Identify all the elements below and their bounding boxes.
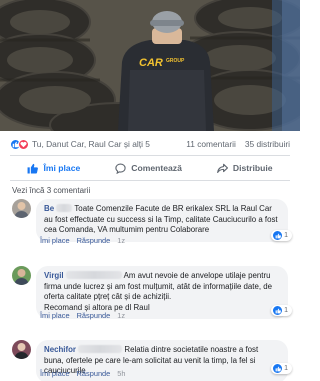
comment-reaction-badge[interactable]: 1	[271, 363, 292, 374]
comment-reply-link[interactable]: Răspunde	[77, 311, 111, 320]
comment-reaction-count: 1	[284, 232, 288, 239]
jacket-logo: CAR	[139, 57, 163, 69]
comment-reply-link[interactable]: Răspunde	[77, 369, 111, 378]
share-button[interactable]: Distribuie	[216, 163, 273, 174]
thumbs-up-icon	[273, 306, 283, 315]
comment-reaction-count: 1	[284, 307, 288, 314]
comment-reaction-count: 1	[284, 365, 288, 372]
comment-icon	[115, 163, 126, 174]
share-label: Distribuie	[232, 163, 273, 173]
comment-like-link[interactable]: Îmi place	[40, 369, 70, 378]
divider	[10, 155, 290, 156]
comment-time[interactable]: 1z	[117, 311, 125, 320]
view-previous-comments-link[interactable]: Vezi încă 3 comentarii	[12, 186, 90, 195]
comment-like-link[interactable]: Îmi place	[40, 311, 70, 320]
reaction-icons[interactable]	[10, 138, 29, 150]
comment-text: Toate Comenzile Facute de BR erikalex SR…	[44, 204, 278, 235]
thumbs-up-icon	[273, 364, 283, 373]
comment-reply-link[interactable]: Răspunde	[77, 236, 111, 245]
reaction-names[interactable]: Tu, Danut Car, Raul Car și alți 5	[32, 139, 186, 149]
shares-count[interactable]: 35 distribuiri	[245, 139, 290, 149]
comment-reaction-badge[interactable]: 1	[271, 230, 292, 241]
avatar[interactable]	[12, 266, 31, 285]
avatar[interactable]	[12, 340, 31, 359]
share-icon	[216, 163, 228, 173]
comment-time[interactable]: 1z	[117, 236, 125, 245]
comment-author[interactable]: Virgil	[44, 271, 64, 280]
divider	[10, 180, 290, 181]
tire-yard-image: CAR GROUP	[0, 0, 300, 131]
heart-icon	[18, 138, 29, 150]
like-button[interactable]: Îmi place	[27, 163, 80, 174]
redacted-name	[78, 345, 123, 353]
thumbs-up-icon	[28, 163, 39, 173]
comment-author[interactable]: Nechifor	[44, 345, 76, 354]
reactions-bar: Tu, Danut Car, Raul Car și alți 5 11 com…	[10, 136, 290, 152]
thumbs-up-icon	[273, 231, 283, 240]
jacket-logo-sub: GROUP	[166, 58, 185, 64]
post-photo[interactable]: CAR GROUP	[0, 0, 300, 131]
comment-meta: Îmi place Răspunde 1z	[40, 236, 125, 245]
comment-meta: Îmi place Răspunde 1z	[40, 311, 125, 320]
post-actions: Îmi place Comentează Distribuie	[10, 157, 290, 179]
comment-label: Comentează	[131, 163, 182, 173]
like-label: Îmi place	[43, 163, 81, 173]
redacted-name	[56, 204, 73, 212]
comment-time[interactable]: 5h	[117, 369, 125, 378]
comments-count[interactable]: 11 comentarii	[186, 139, 236, 149]
comment-author[interactable]: Be	[44, 204, 54, 213]
comment-like-link[interactable]: Îmi place	[40, 236, 70, 245]
redacted-name	[65, 271, 122, 279]
avatar[interactable]	[12, 199, 31, 218]
comment-item: Be Toate Comenzile Facute de BR erikalex…	[12, 199, 292, 265]
comment-reaction-badge[interactable]: 1	[271, 305, 292, 316]
comment-item: Nechifor Relatia dintre societatile noas…	[12, 340, 292, 381]
comment-button[interactable]: Comentează	[115, 163, 182, 174]
comment-item: Virgil Am avut nevoie de anvelope utilaj…	[12, 266, 292, 330]
comment-meta: Îmi place Răspunde 5h	[40, 369, 126, 378]
